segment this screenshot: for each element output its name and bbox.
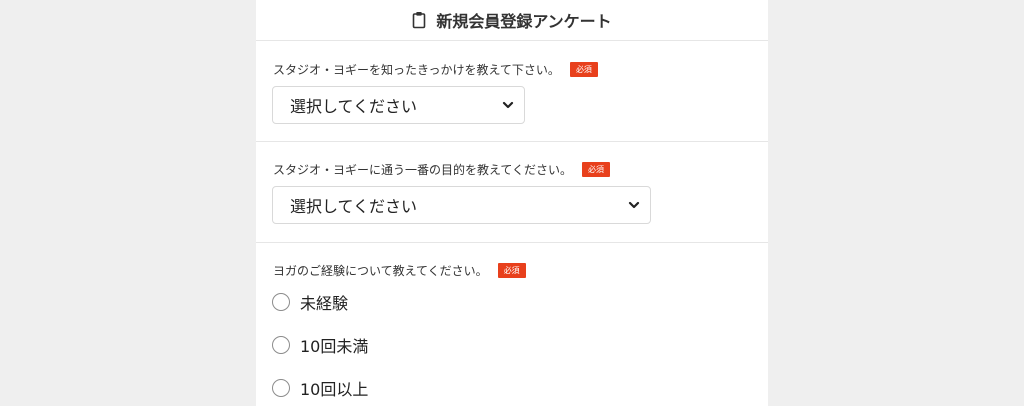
question-text: スタジオ・ヨギーを知ったきっかけを教えて下さい。 <box>273 63 560 77</box>
question-label: スタジオ・ヨギーを知ったきっかけを教えて下さい。 必須 <box>273 61 598 78</box>
required-badge: 必須 <box>582 162 611 177</box>
clipboard-icon <box>412 11 426 29</box>
radio-label: 未経験 <box>300 294 349 313</box>
required-badge: 必須 <box>497 263 526 278</box>
question-text: スタジオ・ヨギーに通う一番の目的を教えてください。 <box>273 163 573 177</box>
question-text: ヨガのご経験について教えてください。 <box>273 264 488 278</box>
radio-button[interactable] <box>272 336 290 354</box>
chevron-down-icon <box>502 101 514 109</box>
radio-label: 10回以上 <box>300 380 369 399</box>
question-purpose: スタジオ・ヨギーに通う一番の目的を教えてください。 必須 選択してください <box>256 142 768 243</box>
survey-panel: 新規会員登録アンケート スタジオ・ヨギーを知ったきっかけを教えて下さい。 必須 … <box>256 0 768 406</box>
select-value: 選択してください <box>290 97 418 116</box>
radio-option-10-plus[interactable]: 10回以上 <box>272 376 368 400</box>
referral-select[interactable]: 選択してください <box>272 86 525 124</box>
radio-option-under-10[interactable]: 10回未満 <box>272 333 368 357</box>
radio-option-none[interactable]: 未経験 <box>272 290 348 314</box>
page-title: 新規会員登録アンケート <box>436 12 612 31</box>
radio-button[interactable] <box>272 379 290 397</box>
question-label: スタジオ・ヨギーに通う一番の目的を教えてください。 必須 <box>273 161 611 178</box>
survey-header: 新規会員登録アンケート <box>256 0 768 41</box>
purpose-select[interactable]: 選択してください <box>272 186 651 224</box>
radio-button[interactable] <box>272 293 290 311</box>
radio-label: 10回未満 <box>300 337 369 356</box>
question-label: ヨガのご経験について教えてください。 必須 <box>273 262 526 279</box>
question-experience: ヨガのご経験について教えてください。 必須 未経験 10回未満 10回以上 <box>256 243 768 406</box>
question-referral: スタジオ・ヨギーを知ったきっかけを教えて下さい。 必須 選択してください <box>256 41 768 142</box>
select-value: 選択してください <box>290 197 418 216</box>
required-badge: 必須 <box>569 62 598 77</box>
chevron-down-icon <box>628 201 640 209</box>
